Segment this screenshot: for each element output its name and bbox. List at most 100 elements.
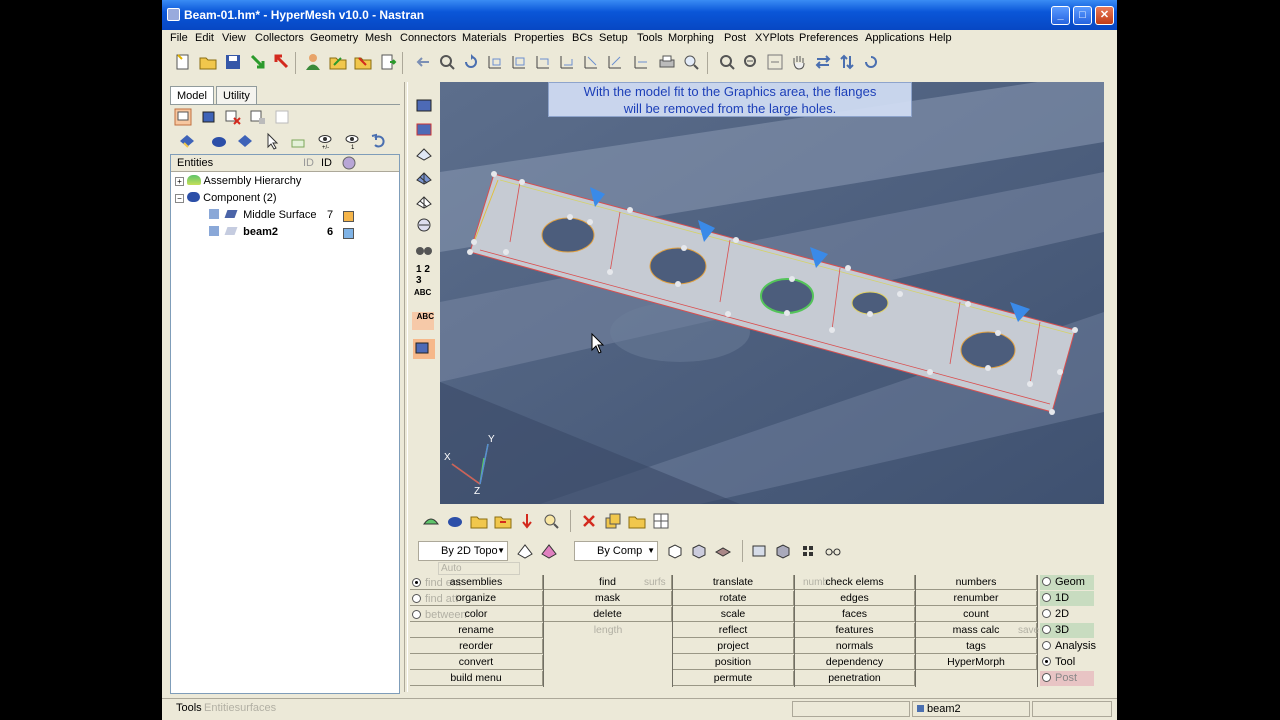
print-icon[interactable] — [658, 53, 676, 71]
build-menu-button[interactable]: build menu — [410, 671, 543, 686]
expand-icon[interactable]: + — [175, 177, 184, 186]
select-cursor-icon[interactable] — [263, 132, 281, 150]
fit-icon[interactable] — [766, 53, 784, 71]
color-column-icon[interactable] — [341, 155, 357, 174]
zoom-in-icon[interactable] — [438, 53, 456, 71]
labels-toggle[interactable]: ABC — [414, 288, 431, 297]
save-icon[interactable] — [224, 53, 242, 71]
script-icon[interactable] — [379, 53, 397, 71]
show-eye-plus-icon[interactable]: +/- — [316, 132, 334, 151]
color-plane-icon[interactable] — [540, 542, 558, 560]
check-elems-button[interactable]: check elems — [795, 575, 915, 590]
rotate-icon[interactable] — [462, 53, 480, 71]
show-eye-one-icon[interactable]: 1 — [343, 132, 361, 151]
open-folder-icon[interactable] — [199, 53, 217, 71]
menu-geometry[interactable]: Geometry — [310, 32, 358, 44]
new-file-icon[interactable] — [174, 53, 192, 71]
export-icon[interactable] — [273, 53, 291, 71]
color-by-select[interactable]: By Comp ▼ — [574, 541, 658, 561]
undo-icon[interactable] — [370, 132, 388, 150]
panel-splitter[interactable] — [404, 82, 408, 692]
view-front-icon[interactable] — [632, 53, 650, 71]
scale-button[interactable]: scale — [673, 607, 794, 622]
menu-materials[interactable]: Materials — [462, 32, 507, 44]
menu-tools[interactable]: Tools — [637, 32, 663, 44]
pan-hand-icon[interactable] — [790, 53, 808, 71]
pointer-load-icon[interactable] — [518, 512, 536, 530]
features-button[interactable]: features — [795, 623, 915, 638]
folder-display-icon[interactable] — [470, 512, 488, 530]
numbers-button[interactable]: numbers — [916, 575, 1037, 590]
load-display-icon[interactable] — [494, 512, 512, 530]
shaded-icon[interactable] — [415, 96, 433, 114]
beam2-color-swatch[interactable] — [343, 228, 354, 239]
middle-surface-color-swatch[interactable] — [343, 211, 354, 222]
tree-row-assembly[interactable]: + Assembly Hierarchy — [175, 175, 301, 191]
mesh-cube-icon[interactable] — [690, 542, 708, 560]
radio-geom[interactable]: Geom — [1040, 575, 1094, 590]
mass-calc-button[interactable]: mass calc — [916, 623, 1037, 638]
dependency-button[interactable]: dependency — [795, 655, 915, 670]
display-load-icon[interactable] — [249, 108, 267, 126]
back-arrow-icon[interactable] — [414, 53, 432, 71]
radio-1d[interactable]: 1D — [1040, 591, 1094, 606]
tab-model[interactable]: Model — [170, 86, 214, 104]
delete-icon[interactable] — [580, 512, 598, 530]
mesh-wire-icon[interactable] — [415, 192, 433, 210]
display-other-icon[interactable] — [274, 108, 292, 126]
numbers-toggle[interactable]: 1 2 3 — [416, 264, 436, 286]
find-button[interactable]: find — [544, 575, 672, 590]
flat-shade-icon[interactable] — [714, 542, 732, 560]
tree-row-beam2[interactable]: beam2 6 — [209, 226, 399, 242]
reflect-button[interactable]: reflect — [673, 623, 794, 638]
tree-row-component[interactable]: − Component (2) — [175, 192, 277, 208]
view-bottom-icon[interactable] — [558, 53, 576, 71]
menu-preferences[interactable]: Preferences — [799, 32, 858, 44]
menu-post[interactable]: Post — [724, 32, 746, 44]
menu-applications[interactable]: Applications — [865, 32, 924, 44]
rotate-button[interactable]: rotate — [673, 591, 794, 606]
binoculars-icon[interactable] — [415, 240, 433, 258]
close-button[interactable]: ✕ — [1095, 6, 1114, 25]
view-iso1-icon[interactable] — [486, 53, 504, 71]
permute-button[interactable]: permute — [673, 671, 794, 686]
open-model-icon[interactable] — [329, 53, 347, 71]
edges-button[interactable]: edges — [795, 591, 915, 606]
menu-file[interactable]: File — [170, 32, 188, 44]
menu-setup[interactable]: Setup — [599, 32, 628, 44]
view-iso2-icon[interactable] — [510, 53, 528, 71]
undo-view-icon[interactable] — [862, 53, 880, 71]
surface-shade-icon[interactable] — [750, 542, 768, 560]
show-hide-icon[interactable] — [289, 132, 307, 150]
glasses-icon[interactable] — [824, 542, 842, 560]
tags-button[interactable]: tags — [916, 639, 1037, 654]
flip-icon[interactable] — [838, 53, 856, 71]
reorder-button[interactable]: reorder — [410, 639, 543, 654]
project-button[interactable]: project — [673, 639, 794, 654]
tree-row-middle-surface[interactable]: Middle Surface 7 — [209, 209, 399, 225]
menu-view[interactable]: View — [222, 32, 246, 44]
menu-properties[interactable]: Properties — [514, 32, 564, 44]
radio-tool[interactable]: Tool — [1040, 655, 1094, 670]
menu-collectors[interactable]: Collectors — [255, 32, 304, 44]
count-button[interactable]: count — [916, 607, 1037, 622]
user-icon[interactable] — [304, 53, 322, 71]
radio-analysis[interactable]: Analysis — [1040, 639, 1100, 654]
radio-3d[interactable]: 3D — [1040, 623, 1094, 638]
display-comp-icon[interactable] — [199, 108, 217, 126]
menu-xyplots[interactable]: XYPlots — [755, 32, 794, 44]
menu-morphing[interactable]: Morphing — [668, 32, 714, 44]
delete-button[interactable]: delete — [544, 607, 672, 622]
labels-toggle-active[interactable]: ABC — [412, 312, 434, 330]
menu-connectors[interactable]: Connectors — [400, 32, 456, 44]
save-model-icon[interactable] — [354, 53, 372, 71]
isolate-icon[interactable] — [236, 132, 254, 150]
assembly-display-icon[interactable] — [422, 512, 440, 530]
show-comp-icon[interactable] — [210, 132, 228, 150]
find-model-icon[interactable] — [682, 53, 700, 71]
component-display-icon[interactable] — [446, 512, 464, 530]
view-top-icon[interactable] — [534, 53, 552, 71]
rename-button[interactable]: rename — [410, 623, 543, 638]
display-by-select[interactable]: By 2D Topo ▼ — [418, 541, 508, 561]
maximize-button[interactable]: □ — [1073, 6, 1092, 25]
